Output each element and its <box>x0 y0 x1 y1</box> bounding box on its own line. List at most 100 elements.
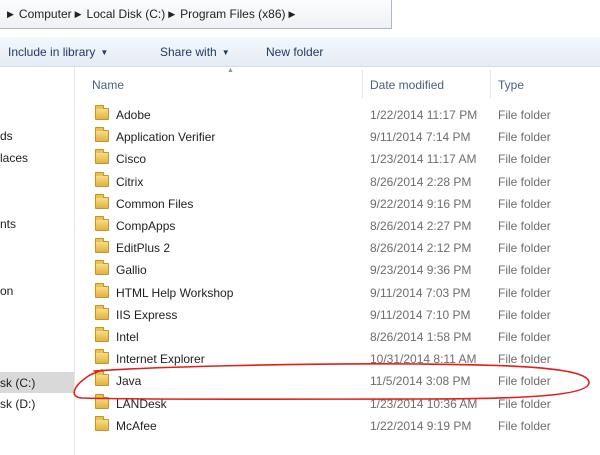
file-name: IIS Express <box>116 307 178 322</box>
folder-icon <box>95 216 109 231</box>
file-type: File folder <box>498 374 551 389</box>
file-date-modified: 10/31/2014 8:11 AM <box>370 352 477 367</box>
file-row-adobe[interactable]: Adobe 1/22/2014 11:17 PM File folder <box>75 104 600 126</box>
column-header-name[interactable]: Name <box>92 78 124 92</box>
folder-icon <box>95 193 109 209</box>
file-type: File folder <box>498 263 551 278</box>
file-row-java[interactable]: Java 11/5/2014 3:08 PM File folder <box>75 370 600 392</box>
file-type: File folder <box>498 418 551 433</box>
folder-icon <box>95 349 109 365</box>
file-row-editplus-2[interactable]: EditPlus 2 8/26/2014 2:12 PM File folder <box>75 237 600 259</box>
file-row-iis-express[interactable]: IIS Express 9/11/2014 7:10 PM File folder <box>75 304 600 326</box>
file-name: Gallio <box>116 263 147 278</box>
breadcrumb-arrow-icon[interactable]: ▶ <box>289 9 296 20</box>
breadcrumb-local-disk-c[interactable]: Local Disk (C:) <box>87 7 166 21</box>
file-date-modified: 9/22/2014 9:16 PM <box>370 196 472 211</box>
file-name: Intel <box>116 330 139 344</box>
folder-icon <box>95 105 109 120</box>
file-name: Citrix <box>116 174 144 189</box>
file-type: File folder <box>498 108 551 122</box>
file-row-intel[interactable]: Intel 8/26/2014 1:58 PM File folder <box>75 326 600 348</box>
file-date-modified: 8/26/2014 2:27 PM <box>370 219 472 233</box>
file-row-internet-explorer[interactable]: Internet Explorer 10/31/2014 8:11 AM File … <box>75 348 600 370</box>
folder-icon <box>95 393 109 409</box>
sort-ascending-icon: ▲ <box>227 67 234 74</box>
file-date-modified: 11/5/2014 3:08 PM <box>370 374 471 389</box>
nav-item[interactable]: on <box>0 284 13 298</box>
file-name: Cisco <box>116 152 147 167</box>
file-date-modified: 9/23/2014 9:36 PM <box>370 263 472 278</box>
folder-icon <box>95 282 109 298</box>
command-toolbar: Include in library ▼ Share with ▼ New fold… <box>0 37 600 67</box>
file-date-modified: 9/11/2014 7:14 PM <box>370 130 471 145</box>
folder-icon <box>95 327 109 342</box>
file-row-citrix[interactable]: Citrix 8/26/2014 2:28 PM File folder <box>75 171 600 193</box>
include-in-library-label: Include in library <box>8 45 96 59</box>
chevron-down-icon: ▼ <box>221 48 230 57</box>
folder-icon <box>95 260 109 276</box>
file-name: LANDesk <box>116 396 167 411</box>
file-name: Application Verifier <box>116 130 216 145</box>
file-name: Java <box>116 374 142 389</box>
file-type: File folder <box>498 285 551 300</box>
file-name: Adobe <box>116 108 151 122</box>
chevron-down-icon: ▼ <box>100 48 109 57</box>
folder-icon <box>95 238 109 254</box>
file-date-modified: 9/11/2014 7:03 PM <box>370 285 471 300</box>
nav-item[interactable]: ds <box>0 129 13 143</box>
folder-icon <box>95 371 109 387</box>
breadcrumb-arrow-icon[interactable]: ▶ <box>7 9 14 20</box>
file-type: File folder <box>498 307 551 322</box>
column-header-date-modified[interactable]: Date modified <box>370 78 444 92</box>
file-type: File folder <box>498 352 551 367</box>
file-name: CompApps <box>116 219 176 233</box>
column-header-type[interactable]: Type <box>498 78 524 92</box>
file-type: File folder <box>498 330 551 344</box>
column-separator[interactable] <box>362 70 363 98</box>
file-row-cisco[interactable]: Cisco 1/23/2014 11:17 AM File folder <box>75 148 600 170</box>
breadcrumb-program-files-x86[interactable]: Program Files (x86) <box>180 7 285 21</box>
file-row-mcafee[interactable]: McAfee 1/22/2014 9:19 PM File folder <box>75 415 600 437</box>
file-name: EditPlus 2 <box>116 241 171 256</box>
folder-icon <box>95 171 109 187</box>
folder-icon <box>95 304 109 320</box>
file-date-modified: 1/22/2014 11:17 PM <box>370 108 478 122</box>
file-row-common-files[interactable]: Common Files 9/22/2014 9:16 PM File folder <box>75 193 600 215</box>
file-type: File folder <box>498 396 551 411</box>
folder-icon <box>95 149 109 165</box>
file-date-modified: 8/26/2014 1:58 PM <box>370 330 472 344</box>
share-with-label: Share with <box>160 45 217 59</box>
nav-item-drive-c[interactable]: sk (C:) <box>0 376 35 390</box>
new-folder-button[interactable]: New folder <box>266 45 323 59</box>
file-type: File folder <box>498 241 551 256</box>
column-separator[interactable] <box>490 70 491 98</box>
file-date-modified: 9/11/2014 7:10 PM <box>370 307 471 322</box>
file-row-html-help-workshop[interactable]: HTML Help Workshop 9/11/2014 7:03 PM File … <box>75 282 600 304</box>
file-row-compapps[interactable]: CompApps 8/26/2014 2:27 PM File folder <box>75 215 600 237</box>
breadcrumb-arrow-icon[interactable]: ▶ <box>75 9 82 20</box>
breadcrumb-computer[interactable]: Computer <box>19 7 72 21</box>
file-type: File folder <box>498 152 551 167</box>
file-date-modified: 1/23/2014 11:17 AM <box>370 152 477 167</box>
nav-item[interactable]: nts <box>0 217 16 231</box>
file-date-modified: 8/26/2014 2:28 PM <box>370 174 472 189</box>
file-type: File folder <box>498 219 551 233</box>
address-bar[interactable]: ▶ Computer ▶ Local Disk (C:) ▶ Program F… <box>0 0 392 29</box>
share-with-button[interactable]: Share with ▼ <box>160 45 230 59</box>
file-row-landesk[interactable]: LANDesk 1/23/2014 10:36 AM File folder <box>75 393 600 415</box>
file-type: File folder <box>498 174 551 189</box>
folder-icon <box>95 415 109 431</box>
nav-item-drive-d[interactable]: sk (D:) <box>0 397 35 411</box>
nav-item[interactable]: laces <box>0 151 28 165</box>
file-row-application-verifier[interactable]: Application Verifier 9/11/2014 7:14 PM Fil… <box>75 126 600 148</box>
include-in-library-button[interactable]: Include in library ▼ <box>8 45 108 59</box>
file-name: Internet Explorer <box>116 352 205 367</box>
file-name: Common Files <box>116 196 194 211</box>
file-date-modified: 1/23/2014 10:36 AM <box>370 396 478 411</box>
file-type: File folder <box>498 196 551 211</box>
folder-icon <box>95 127 109 143</box>
breadcrumb-arrow-icon[interactable]: ▶ <box>168 9 175 20</box>
file-row-gallio[interactable]: Gallio 9/23/2014 9:36 PM File folder <box>75 259 600 281</box>
file-type: File folder <box>498 130 551 145</box>
file-date-modified: 1/22/2014 9:19 PM <box>370 418 472 433</box>
